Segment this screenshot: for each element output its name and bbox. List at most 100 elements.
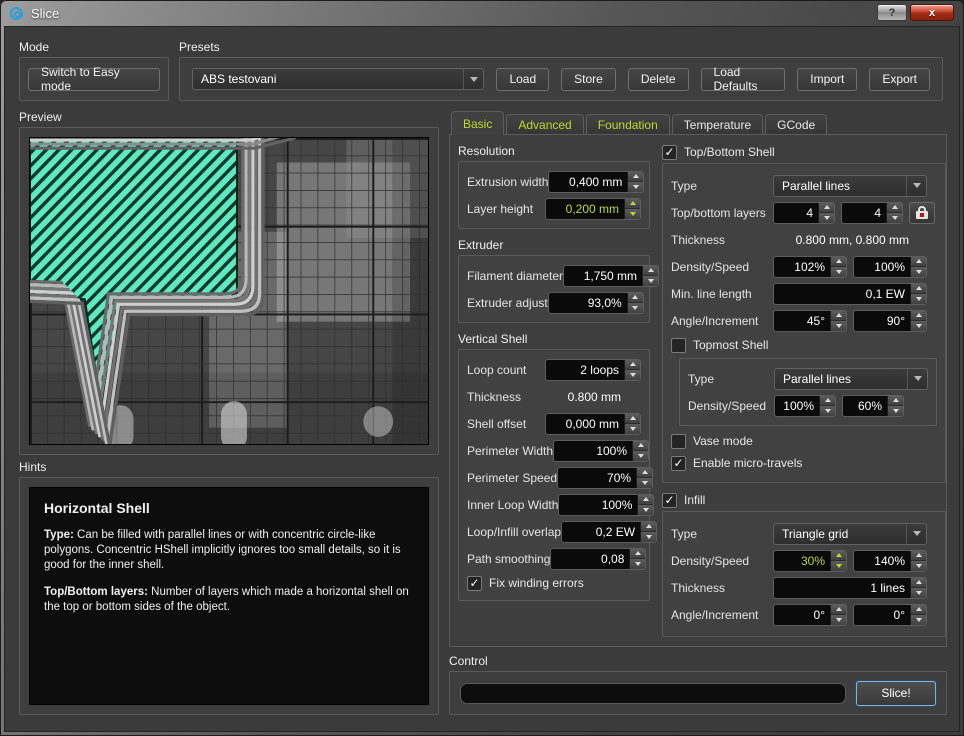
spin-down-button[interactable]: [887, 213, 902, 223]
import-button[interactable]: Import: [797, 68, 857, 91]
store-button[interactable]: Store: [561, 68, 616, 91]
loop-infill-overlap-spinbox[interactable]: 0,2 EW: [561, 521, 657, 543]
spin-down-button[interactable]: [911, 561, 926, 571]
loop-count-spinbox[interactable]: 2 loops: [545, 359, 641, 381]
tbs-speed-spinbox[interactable]: 100%: [853, 256, 927, 278]
shell-offset-spinbox[interactable]: 0,000 mm: [545, 413, 641, 435]
extrusion-width-spinbox[interactable]: 0,400 mm: [548, 171, 644, 193]
tbs-angle-spinbox[interactable]: 45°: [773, 310, 847, 332]
top-layers-spinbox[interactable]: 4: [773, 202, 835, 224]
perimeter-width-spinbox[interactable]: 100%: [553, 440, 649, 462]
spin-down-button[interactable]: [633, 451, 648, 461]
infill-increment-spinbox[interactable]: 0°: [853, 604, 927, 626]
infill-speed-spinbox[interactable]: 140%: [853, 550, 927, 572]
tab-temperature[interactable]: Temperature: [672, 114, 763, 135]
spin-up-button[interactable]: [820, 396, 835, 407]
spin-down-button[interactable]: [630, 559, 645, 569]
spin-down-button[interactable]: [888, 406, 903, 416]
spin-up-button[interactable]: [911, 605, 926, 616]
load-button[interactable]: Load: [496, 68, 549, 91]
filament-diameter-spinbox[interactable]: 1,750 mm: [563, 265, 659, 287]
spin-up-button[interactable]: [819, 203, 834, 214]
spin-down-button[interactable]: [911, 267, 926, 277]
infill-checkbox[interactable]: [662, 493, 677, 508]
spin-up-button[interactable]: [831, 257, 846, 268]
spin-up-button[interactable]: [911, 257, 926, 268]
infill-density-spinbox[interactable]: 30%: [773, 550, 847, 572]
spin-up-button[interactable]: [630, 549, 645, 560]
titlebar[interactable]: Slice ? x: [0, 0, 964, 26]
spin-down-button[interactable]: [911, 294, 926, 304]
spin-up-button[interactable]: [643, 266, 658, 277]
top-bottom-shell-checkbox[interactable]: [662, 145, 677, 160]
spin-down-button[interactable]: [819, 213, 834, 223]
spin-up-button[interactable]: [638, 495, 653, 506]
tbs-density-spinbox[interactable]: 102%: [773, 256, 847, 278]
min-line-length-spinbox[interactable]: 0,1 EW: [773, 283, 927, 305]
spin-up-button[interactable]: [625, 360, 640, 371]
spin-down-button[interactable]: [641, 532, 656, 542]
spin-up-button[interactable]: [628, 172, 643, 183]
spin-up-button[interactable]: [628, 293, 643, 304]
infill-thickness-spinbox[interactable]: 1 lines: [773, 577, 927, 599]
fix-winding-errors-checkbox[interactable]: [467, 576, 482, 591]
spin-up-button[interactable]: [641, 522, 656, 533]
topmost-shell-checkbox[interactable]: [671, 338, 686, 353]
spin-down-button[interactable]: [628, 303, 643, 313]
spin-down-button[interactable]: [625, 424, 640, 434]
tab-advanced[interactable]: Advanced: [506, 114, 583, 135]
spin-down-button[interactable]: [911, 615, 926, 625]
spin-down-button[interactable]: [628, 182, 643, 192]
spin-up-button[interactable]: [831, 311, 846, 322]
spin-down-button[interactable]: [625, 209, 640, 219]
spin-down-button[interactable]: [625, 370, 640, 380]
spin-up-button[interactable]: [625, 199, 640, 210]
extruder-adjust-spinbox[interactable]: 93,0%: [548, 292, 644, 314]
tab-gcode[interactable]: GCode: [765, 114, 827, 135]
bottom-layers-spinbox[interactable]: 4: [841, 202, 903, 224]
tbs-type-combobox[interactable]: Parallel lines: [773, 175, 927, 197]
export-button[interactable]: Export: [869, 68, 930, 91]
spin-down-button[interactable]: [911, 321, 926, 331]
tab-basic[interactable]: Basic: [451, 111, 504, 135]
slice-button[interactable]: Slice!: [856, 681, 936, 706]
infill-angle-spinbox[interactable]: 0°: [773, 604, 847, 626]
spin-up-button[interactable]: [911, 284, 926, 295]
delete-button[interactable]: Delete: [628, 68, 689, 91]
spin-down-button[interactable]: [831, 561, 846, 571]
spin-down-button[interactable]: [637, 478, 652, 488]
infill-type-combobox[interactable]: Triangle grid: [773, 523, 927, 545]
path-smoothing-spinbox[interactable]: 0,08: [550, 548, 646, 570]
tbs-increment-spinbox[interactable]: 90°: [853, 310, 927, 332]
spin-down-button[interactable]: [820, 406, 835, 416]
help-button[interactable]: ?: [877, 4, 907, 21]
preview-3d-render[interactable]: [29, 137, 429, 445]
topmost-type-combobox[interactable]: Parallel lines: [774, 368, 928, 390]
spin-up-button[interactable]: [888, 396, 903, 407]
spin-down-button[interactable]: [911, 588, 926, 598]
topmost-speed-spinbox[interactable]: 60%: [842, 395, 904, 417]
load-defaults-button[interactable]: Load Defaults: [701, 68, 786, 91]
spin-up-button[interactable]: [911, 311, 926, 322]
vase-mode-checkbox[interactable]: [671, 434, 686, 449]
lock-layers-button[interactable]: [909, 202, 935, 224]
spin-up-button[interactable]: [911, 551, 926, 562]
layer-height-spinbox[interactable]: 0,200 mm: [545, 198, 641, 220]
perimeter-speed-spinbox[interactable]: 70%: [557, 467, 653, 489]
spin-down-button[interactable]: [831, 615, 846, 625]
spin-up-button[interactable]: [887, 203, 902, 214]
spin-up-button[interactable]: [625, 414, 640, 425]
spin-down-button[interactable]: [831, 321, 846, 331]
spin-up-button[interactable]: [831, 551, 846, 562]
spin-down-button[interactable]: [643, 276, 658, 286]
topmost-density-spinbox[interactable]: 100%: [774, 395, 836, 417]
spin-down-button[interactable]: [831, 267, 846, 277]
switch-to-easy-mode-button[interactable]: Switch to Easy mode: [28, 68, 160, 91]
spin-up-button[interactable]: [831, 605, 846, 616]
presets-combobox[interactable]: ABS testovani: [192, 68, 484, 90]
tab-foundation[interactable]: Foundation: [586, 114, 670, 135]
inner-loop-width-spinbox[interactable]: 100%: [558, 494, 654, 516]
enable-micro-travels-checkbox[interactable]: [671, 456, 686, 471]
close-button[interactable]: x: [910, 4, 954, 21]
spin-down-button[interactable]: [638, 505, 653, 515]
